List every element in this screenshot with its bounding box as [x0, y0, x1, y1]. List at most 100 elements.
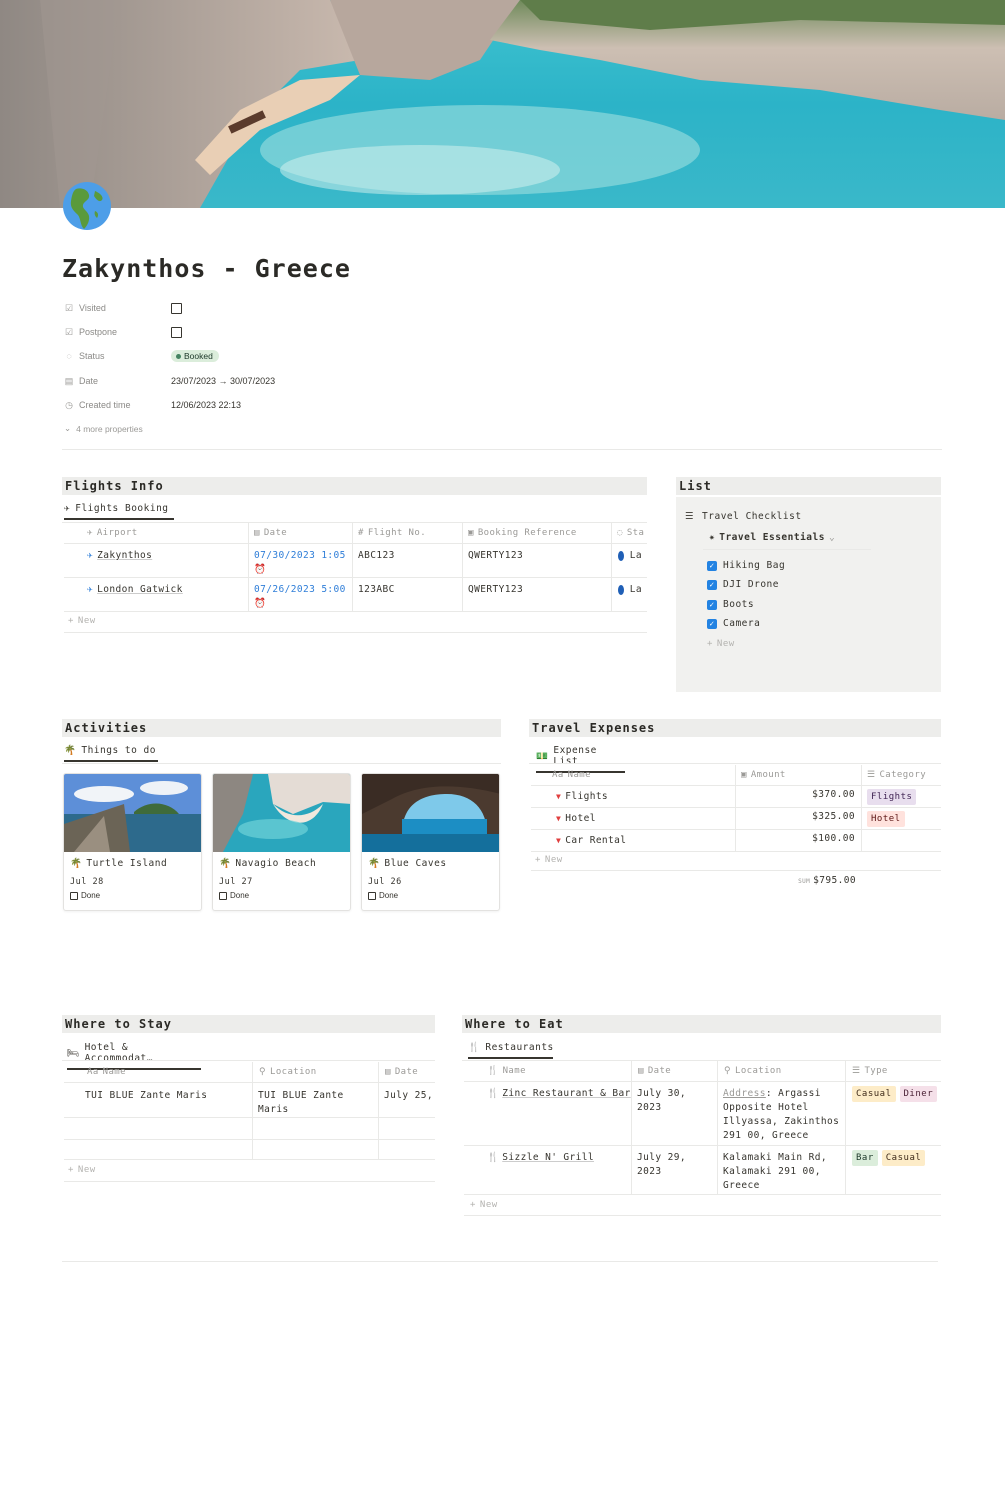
- location-value: TUI BLUE Zante Maris: [258, 1090, 344, 1115]
- category-tag[interactable]: Hotel: [862, 810, 910, 832]
- table-row[interactable]: ▼ Car Rental: [551, 832, 631, 853]
- calendar-icon: ▤: [385, 1067, 391, 1077]
- checkbox-checked-icon[interactable]: ✓: [707, 618, 717, 629]
- tab-flights-booking[interactable]: ✈ Flights Booking: [64, 503, 174, 520]
- flight-status[interactable]: La: [613, 544, 647, 568]
- status-icon: ◌: [617, 528, 623, 538]
- column-type[interactable]: ☰ Type: [847, 1061, 941, 1081]
- page-title[interactable]: Zakynthos - Greece: [62, 254, 351, 283]
- property-postpone: ☑ Postpone: [64, 323, 182, 341]
- eat-heading: Where to Eat: [462, 1015, 941, 1033]
- new-item-button[interactable]: + New: [707, 639, 735, 649]
- plus-icon: +: [68, 616, 74, 626]
- table-row[interactable]: TUI BLUE Zante Maris: [80, 1084, 212, 1108]
- table-row[interactable]: ▼ Flights: [551, 788, 613, 809]
- status-badge[interactable]: Booked: [171, 350, 219, 362]
- table-row[interactable]: ✈ Zakynthos: [82, 544, 157, 568]
- new-row-button[interactable]: + New: [470, 1200, 498, 1210]
- restaurants-table: 🍴 Name ▤ Date ⚲ Location ☰ Type 🍴 Zinc Restau…: [464, 1061, 941, 1217]
- flight-status[interactable]: La: [613, 578, 647, 602]
- location-value: Address: Argassi Opposite Hotel Illyassa, …: [723, 1088, 840, 1141]
- checklist-title[interactable]: ☰ Travel Checklist: [685, 511, 802, 522]
- card-cover-image: [64, 774, 201, 852]
- new-row-button[interactable]: + New: [68, 616, 96, 626]
- checkbox-icon: ☑: [64, 326, 74, 337]
- column-category[interactable]: ☰ Category: [862, 765, 941, 785]
- fork-knife-icon: 🍴: [487, 1088, 500, 1099]
- new-row-button[interactable]: + New: [535, 855, 563, 865]
- type-tags[interactable]: Bar Casual: [847, 1147, 930, 1171]
- airplane-icon: ✈: [87, 528, 93, 538]
- column-status[interactable]: ◌ Sta: [612, 523, 647, 543]
- list-item[interactable]: ✓ Hiking Bag: [707, 560, 785, 571]
- done-checkbox[interactable]: [219, 891, 227, 900]
- pin-icon: ⚲: [259, 1067, 266, 1077]
- flight-date[interactable]: 07/26/2023 5:00 ⏰: [249, 578, 351, 616]
- checkbox-checked-icon[interactable]: ✓: [707, 599, 717, 610]
- column-date[interactable]: ▤ Date: [249, 523, 349, 543]
- palm-tree-icon: 🌴: [368, 858, 381, 869]
- column-airport[interactable]: ✈ Airport: [82, 523, 242, 543]
- plus-icon: +: [470, 1200, 476, 1210]
- table-row[interactable]: 🍴 Sizzle N' Grill: [482, 1146, 599, 1170]
- fork-knife-icon: 🍴: [487, 1066, 499, 1076]
- column-date[interactable]: ▤ Date: [633, 1061, 718, 1081]
- postpone-checkbox[interactable]: [171, 326, 182, 338]
- column-booking-ref[interactable]: ▣ Booking Reference: [463, 523, 611, 543]
- text-icon: Aa: [552, 770, 564, 780]
- done-checkbox[interactable]: [70, 891, 78, 900]
- tab-travel-essentials[interactable]: ✷ Travel Essentials ⌄: [709, 532, 835, 543]
- triangle-down-icon: ▼: [556, 792, 562, 801]
- table-row[interactable]: 🍴 Zinc Restaurant & Bar: [482, 1082, 636, 1106]
- stay-table: Aa Name ⚲ Location ▤ Date TUI BLUE Zante Ma…: [64, 1062, 435, 1182]
- globe-americas-icon[interactable]: [62, 181, 112, 231]
- list-item[interactable]: ✓ Boots: [707, 599, 754, 610]
- checkbox-checked-icon[interactable]: ✓: [707, 560, 717, 571]
- tab-restaurants[interactable]: 🍴 Restaurants: [468, 1042, 553, 1059]
- activity-card-blue-caves[interactable]: 🌴 Blue Caves Jul 26 Done: [361, 773, 500, 911]
- flight-date[interactable]: 07/30/2023 1:05 ⏰: [249, 544, 351, 582]
- done-label: Done: [379, 891, 399, 900]
- property-visited: ☑ Visited: [64, 299, 182, 317]
- calendar-icon: ▤: [638, 1066, 644, 1076]
- date-value[interactable]: 23/07/2023 → 30/07/2023: [171, 376, 275, 386]
- property-label: Postpone: [79, 327, 118, 337]
- palm-tree-icon: 🌴: [70, 858, 83, 869]
- column-name[interactable]: Aa Name: [547, 765, 727, 785]
- fork-knife-icon: 🍴: [468, 1042, 481, 1053]
- done-label: Done: [230, 891, 250, 900]
- list-item[interactable]: ✓ DJI Drone: [707, 579, 779, 590]
- list-item[interactable]: ✓ Camera: [707, 618, 760, 629]
- table-row[interactable]: ✈ London Gatwick: [82, 578, 188, 602]
- type-tags[interactable]: Casual Diner: [847, 1083, 942, 1107]
- property-label: Created time: [79, 400, 131, 410]
- property-label: Visited: [79, 303, 106, 313]
- divider: [62, 1261, 938, 1262]
- tab-things-to-do[interactable]: 🌴 Things to do: [64, 745, 158, 762]
- pin-icon: ⚲: [724, 1066, 731, 1076]
- sparkle-icon: ✷: [709, 532, 716, 543]
- category-tag[interactable]: Flights: [862, 788, 921, 810]
- checkbox-checked-icon[interactable]: ✓: [707, 579, 717, 590]
- property-label: Date: [79, 376, 99, 386]
- column-date[interactable]: ▤ Date: [380, 1062, 435, 1082]
- column-amount[interactable]: ▣ Amount: [736, 765, 856, 785]
- column-name[interactable]: Aa Name: [82, 1062, 247, 1082]
- column-location[interactable]: ⚲ Location: [254, 1062, 374, 1082]
- property-created-time: ◷ Created time 12/06/2023 22:13: [64, 396, 241, 414]
- table-row[interactable]: ▼ Hotel: [551, 810, 601, 831]
- text-icon: Aa: [87, 1067, 99, 1077]
- activity-card-turtle-island[interactable]: 🌴 Turtle Island Jul 28 Done: [63, 773, 202, 911]
- palm-tree-icon: 🌴: [64, 745, 77, 756]
- sum-total[interactable]: SUM $795.00: [736, 875, 856, 886]
- column-location[interactable]: ⚲ Location: [719, 1061, 844, 1081]
- activity-card-navagio-beach[interactable]: 🌴 Navagio Beach Jul 27 Done: [212, 773, 351, 911]
- visited-checkbox[interactable]: [171, 302, 182, 314]
- column-flight-no[interactable]: # Flight No.: [353, 523, 458, 543]
- column-name[interactable]: 🍴 Name: [482, 1061, 627, 1081]
- card-date: Jul 26: [368, 877, 402, 887]
- more-properties-toggle[interactable]: ⌄ 4 more properties: [64, 423, 143, 434]
- new-row-button[interactable]: + New: [68, 1165, 96, 1175]
- done-checkbox[interactable]: [368, 891, 376, 900]
- property-date: ▤ Date 23/07/2023 → 30/07/2023: [64, 372, 275, 390]
